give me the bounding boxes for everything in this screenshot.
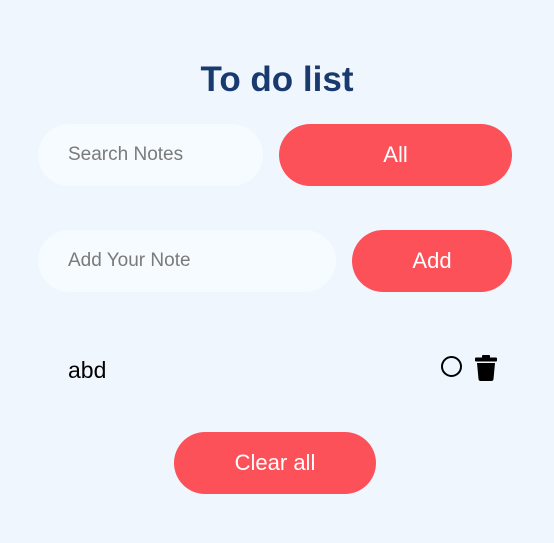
note-text: abd	[68, 357, 107, 383]
filter-all-button[interactable]: All	[279, 124, 512, 186]
circle-icon[interactable]	[441, 356, 462, 377]
clear-all-button[interactable]: Clear all	[174, 432, 376, 494]
add-button[interactable]: Add	[352, 230, 512, 292]
page-title: To do list	[200, 60, 354, 100]
trash-icon[interactable]	[475, 355, 497, 381]
search-input[interactable]	[38, 124, 263, 186]
add-note-input[interactable]	[38, 230, 336, 292]
